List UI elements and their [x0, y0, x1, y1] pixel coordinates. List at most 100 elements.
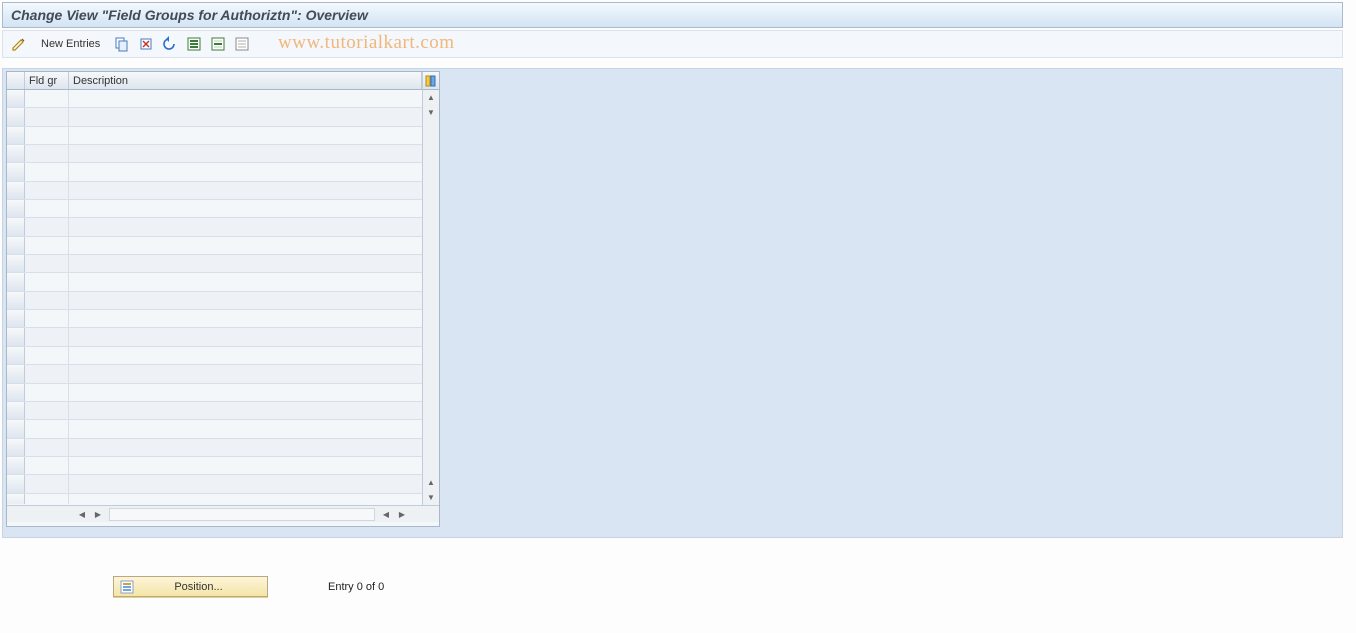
cell-description[interactable]: [69, 237, 422, 254]
cell-description[interactable]: [69, 273, 422, 290]
vertical-scrollbar[interactable]: ▲ ▼ ▲ ▼: [422, 72, 439, 505]
row-selector[interactable]: [7, 145, 25, 162]
row-selector[interactable]: [7, 200, 25, 217]
row-selector[interactable]: [7, 494, 25, 504]
select-all-icon[interactable]: [184, 34, 204, 54]
scroll-right2-icon[interactable]: ▶: [395, 507, 409, 521]
scroll-down-icon[interactable]: ▼: [424, 105, 439, 120]
cell-fld-gr[interactable]: [25, 163, 69, 180]
cell-description[interactable]: [69, 494, 422, 504]
hscroll-track[interactable]: [109, 508, 375, 521]
row-selector[interactable]: [7, 402, 25, 419]
deselect-all-icon[interactable]: [232, 34, 252, 54]
vscroll-track[interactable]: [424, 120, 439, 475]
cell-description[interactable]: [69, 420, 422, 437]
cell-fld-gr[interactable]: [25, 237, 69, 254]
delete-icon[interactable]: [136, 34, 156, 54]
position-icon: [120, 580, 134, 594]
column-selector-header[interactable]: [7, 72, 25, 89]
column-description[interactable]: Description: [69, 72, 422, 89]
cell-description[interactable]: [69, 127, 422, 144]
cell-fld-gr[interactable]: [25, 310, 69, 327]
cell-fld-gr[interactable]: [25, 145, 69, 162]
row-selector[interactable]: [7, 218, 25, 235]
cell-fld-gr[interactable]: [25, 182, 69, 199]
cell-fld-gr[interactable]: [25, 384, 69, 401]
cell-description[interactable]: [69, 108, 422, 125]
cell-description[interactable]: [69, 402, 422, 419]
row-selector[interactable]: [7, 475, 25, 492]
cell-fld-gr[interactable]: [25, 255, 69, 272]
cell-description[interactable]: [69, 475, 422, 492]
content-area: Fld gr Description: [2, 68, 1343, 538]
scroll-left2-icon[interactable]: ◀: [379, 507, 393, 521]
cell-description[interactable]: [69, 439, 422, 456]
row-selector[interactable]: [7, 273, 25, 290]
row-selector[interactable]: [7, 457, 25, 474]
cell-description[interactable]: [69, 218, 422, 235]
row-selector[interactable]: [7, 310, 25, 327]
cell-description[interactable]: [69, 328, 422, 345]
row-selector[interactable]: [7, 108, 25, 125]
cell-fld-gr[interactable]: [25, 420, 69, 437]
row-selector[interactable]: [7, 90, 25, 107]
new-entries-button[interactable]: New Entries: [35, 36, 106, 52]
cell-fld-gr[interactable]: [25, 292, 69, 309]
select-block-icon[interactable]: [208, 34, 228, 54]
cell-fld-gr[interactable]: [25, 90, 69, 107]
row-selector[interactable]: [7, 420, 25, 437]
cell-description[interactable]: [69, 365, 422, 382]
position-button[interactable]: Position...: [113, 576, 268, 597]
cell-description[interactable]: [69, 255, 422, 272]
cell-fld-gr[interactable]: [25, 365, 69, 382]
cell-description[interactable]: [69, 145, 422, 162]
toggle-display-icon[interactable]: [9, 34, 29, 54]
cell-description[interactable]: [69, 163, 422, 180]
table-settings-icon[interactable]: [423, 72, 439, 90]
column-fld-gr[interactable]: Fld gr: [25, 72, 69, 89]
scroll-left-icon[interactable]: ◀: [75, 507, 89, 521]
cell-description[interactable]: [69, 310, 422, 327]
row-selector[interactable]: [7, 292, 25, 309]
table-header: Fld gr Description: [7, 72, 422, 90]
cell-description[interactable]: [69, 90, 422, 107]
scroll-right-icon[interactable]: ▶: [91, 507, 105, 521]
cell-fld-gr[interactable]: [25, 457, 69, 474]
scroll-down2-icon[interactable]: ▼: [424, 490, 439, 505]
row-selector[interactable]: [7, 439, 25, 456]
cell-description[interactable]: [69, 457, 422, 474]
cell-fld-gr[interactable]: [25, 127, 69, 144]
cell-description[interactable]: [69, 200, 422, 217]
row-selector[interactable]: [7, 384, 25, 401]
scroll-up2-icon[interactable]: ▲: [424, 475, 439, 490]
scroll-up-icon[interactable]: ▲: [424, 90, 439, 105]
table-body: [7, 90, 422, 504]
cell-description[interactable]: [69, 384, 422, 401]
undo-icon[interactable]: [160, 34, 180, 54]
row-selector[interactable]: [7, 255, 25, 272]
copy-icon[interactable]: [112, 34, 132, 54]
cell-fld-gr[interactable]: [25, 439, 69, 456]
row-selector[interactable]: [7, 365, 25, 382]
row-selector[interactable]: [7, 127, 25, 144]
cell-fld-gr[interactable]: [25, 273, 69, 290]
cell-fld-gr[interactable]: [25, 218, 69, 235]
cell-fld-gr[interactable]: [25, 402, 69, 419]
cell-fld-gr[interactable]: [25, 347, 69, 364]
cell-fld-gr[interactable]: [25, 108, 69, 125]
table-wrap: Fld gr Description: [6, 71, 440, 527]
horizontal-scrollbar[interactable]: ◀ ▶ ◀ ▶: [7, 505, 439, 522]
row-selector[interactable]: [7, 328, 25, 345]
row-selector[interactable]: [7, 237, 25, 254]
cell-fld-gr[interactable]: [25, 200, 69, 217]
cell-description[interactable]: [69, 182, 422, 199]
cell-fld-gr[interactable]: [25, 494, 69, 504]
entry-count-text: Entry 0 of 0: [328, 581, 384, 593]
cell-description[interactable]: [69, 292, 422, 309]
row-selector[interactable]: [7, 182, 25, 199]
cell-description[interactable]: [69, 347, 422, 364]
cell-fld-gr[interactable]: [25, 475, 69, 492]
row-selector[interactable]: [7, 347, 25, 364]
cell-fld-gr[interactable]: [25, 328, 69, 345]
row-selector[interactable]: [7, 163, 25, 180]
